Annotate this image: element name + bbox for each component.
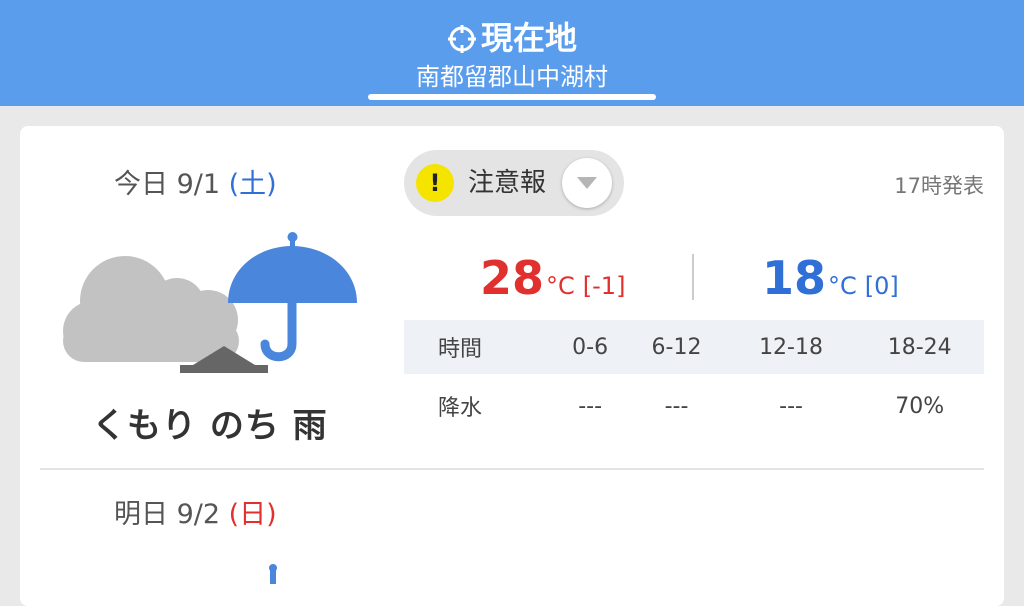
header-bar: 現在地 南都留郡山中湖村 — [0, 0, 1024, 106]
weather-text: くもり のち 雨 — [92, 406, 328, 446]
period-header: 6-12 — [651, 334, 702, 360]
target-icon — [447, 23, 477, 63]
precipitation-header-row: 時間 0-6 6-12 12-18 18-24 — [404, 320, 984, 374]
high-temp-diff: [-1] — [582, 272, 626, 300]
forecast-card: 今日 9/1 (土) ! 注意報 17時発表 くもり のち 雨 28°C [-1… — [20, 126, 1004, 606]
today-weekday: (土) — [228, 169, 277, 200]
warning-toggle[interactable]: ! 注意報 — [404, 150, 624, 216]
section-divider — [40, 468, 984, 470]
high-temp-unit: °C — [546, 272, 575, 300]
precipitation-value: --- — [779, 393, 803, 419]
time-header: 時間 — [438, 337, 483, 362]
low-temp: 18°C [0] — [762, 252, 899, 315]
low-temp-unit: °C — [828, 272, 857, 300]
exclamation-icon: ! — [416, 164, 454, 202]
temp-divider — [692, 254, 694, 300]
precipitation-table: 時間 0-6 6-12 12-18 18-24 降水 --- --- --- 7… — [404, 320, 984, 438]
low-temp-value: 18 — [762, 251, 827, 305]
announce-time: 17時発表 — [894, 174, 984, 198]
triangle-down-icon — [577, 177, 597, 189]
tomorrow-date: 明日 9/2 (日) — [114, 498, 277, 532]
today-date-label: 今日 9/1 — [114, 169, 221, 200]
high-temp: 28°C [-1] — [480, 252, 625, 315]
warning-label: 注意報 — [468, 168, 547, 198]
location-name[interactable]: 南都留郡山中湖村 — [0, 62, 1024, 92]
precipitation-value: --- — [578, 393, 603, 419]
period-header: 12-18 — [759, 334, 823, 360]
tomorrow-weekday: (日) — [228, 499, 277, 530]
period-header: 18-24 — [887, 334, 952, 360]
today-date: 今日 9/1 (土) — [114, 168, 277, 202]
cloudy-then-rain-icon — [60, 226, 370, 390]
high-temp-value: 28 — [480, 251, 545, 305]
precipitation-label: 降水 — [438, 396, 483, 421]
umbrella-icon — [264, 564, 284, 588]
precipitation-value: 70% — [895, 393, 945, 419]
location-title[interactable]: 現在地 — [0, 18, 1024, 63]
low-temp-diff: [0] — [864, 272, 899, 300]
tab-indicator — [368, 94, 656, 100]
precipitation-value: --- — [664, 393, 689, 419]
warning-expand-button[interactable] — [562, 158, 612, 208]
precipitation-row: 降水 --- --- --- 70% — [404, 374, 984, 438]
location-title-text: 現在地 — [480, 19, 577, 57]
period-header: 0-6 — [572, 334, 609, 360]
tomorrow-date-label: 明日 9/2 — [114, 499, 221, 530]
